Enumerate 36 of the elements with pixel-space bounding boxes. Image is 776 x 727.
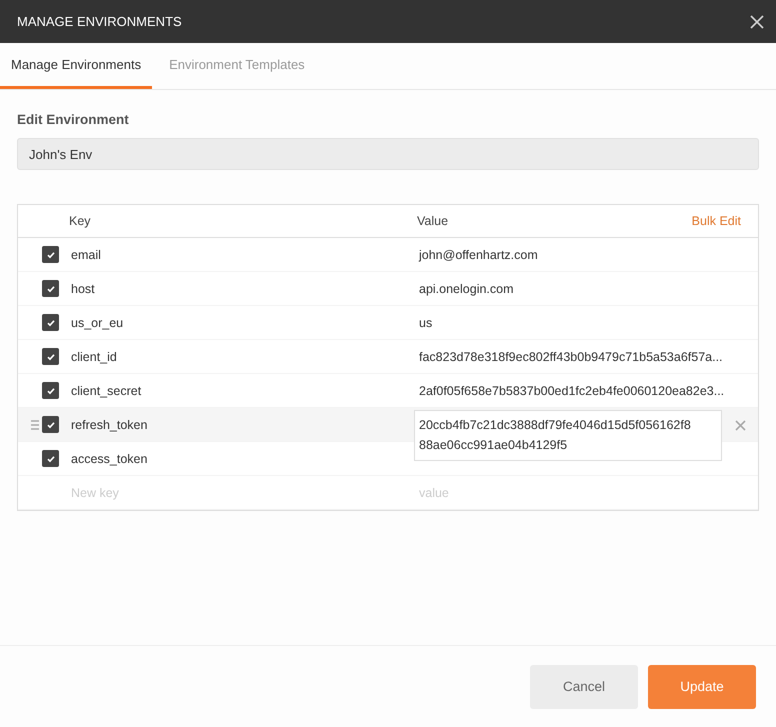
key-cell[interactable]: host bbox=[63, 282, 95, 296]
key-cell[interactable]: client_id bbox=[63, 350, 117, 364]
tab[interactable]: Manage Environments bbox=[0, 43, 152, 89]
checkmark-icon bbox=[46, 284, 56, 294]
checkbox[interactable] bbox=[42, 280, 59, 297]
checkmark-icon bbox=[46, 352, 56, 362]
value-cell[interactable]: fac823d78e318f9ec802ff43b0b9479c71b5a53a6f57a... bbox=[411, 350, 723, 364]
value-editor[interactable]: 20ccb4fb7c21dc3888df79fe4046d15d5f056162f8 88ae06cc991ae04b4129f5 bbox=[414, 410, 722, 461]
value-cell[interactable]: 2af0f05f658e7b5837b00ed1fc2eb4fe0060120ea82e3... bbox=[411, 384, 724, 398]
key-cell[interactable]: email bbox=[63, 248, 101, 262]
checkmark-icon bbox=[46, 318, 56, 328]
checkbox[interactable] bbox=[42, 450, 59, 467]
value-cell[interactable]: us bbox=[411, 316, 432, 330]
key-cell[interactable]: client_secret bbox=[63, 384, 142, 398]
checkbox[interactable] bbox=[42, 246, 59, 263]
value-cell[interactable]: api.onelogin.com bbox=[411, 282, 514, 296]
checkmark-icon bbox=[46, 420, 56, 430]
window-title: MANAGE ENVIRONMENTS bbox=[17, 14, 182, 29]
checkmark-icon bbox=[46, 386, 56, 396]
checkbox[interactable] bbox=[42, 314, 59, 331]
value-cell[interactable]: john@offenhartz.com bbox=[411, 248, 538, 262]
column-header: Value bbox=[416, 214, 448, 228]
column-header: Key bbox=[68, 214, 91, 228]
checkbox[interactable] bbox=[42, 416, 59, 433]
section-title: Edit Environment bbox=[17, 112, 130, 127]
cancel-button[interactable]: Cancel bbox=[530, 664, 638, 708]
key-cell[interactable]: us_or_eu bbox=[63, 316, 124, 330]
checkmark-icon bbox=[46, 250, 56, 260]
key-cell[interactable]: refresh_token bbox=[63, 418, 148, 432]
environment-name-field[interactable]: John's Env bbox=[17, 138, 759, 170]
close-icon[interactable] bbox=[750, 14, 764, 28]
checkbox[interactable] bbox=[42, 382, 59, 399]
drag-handle-icon[interactable] bbox=[31, 420, 39, 430]
checkbox[interactable] bbox=[42, 348, 59, 365]
key-cell[interactable]: access_token bbox=[63, 452, 148, 466]
checkmark-icon bbox=[46, 454, 56, 464]
